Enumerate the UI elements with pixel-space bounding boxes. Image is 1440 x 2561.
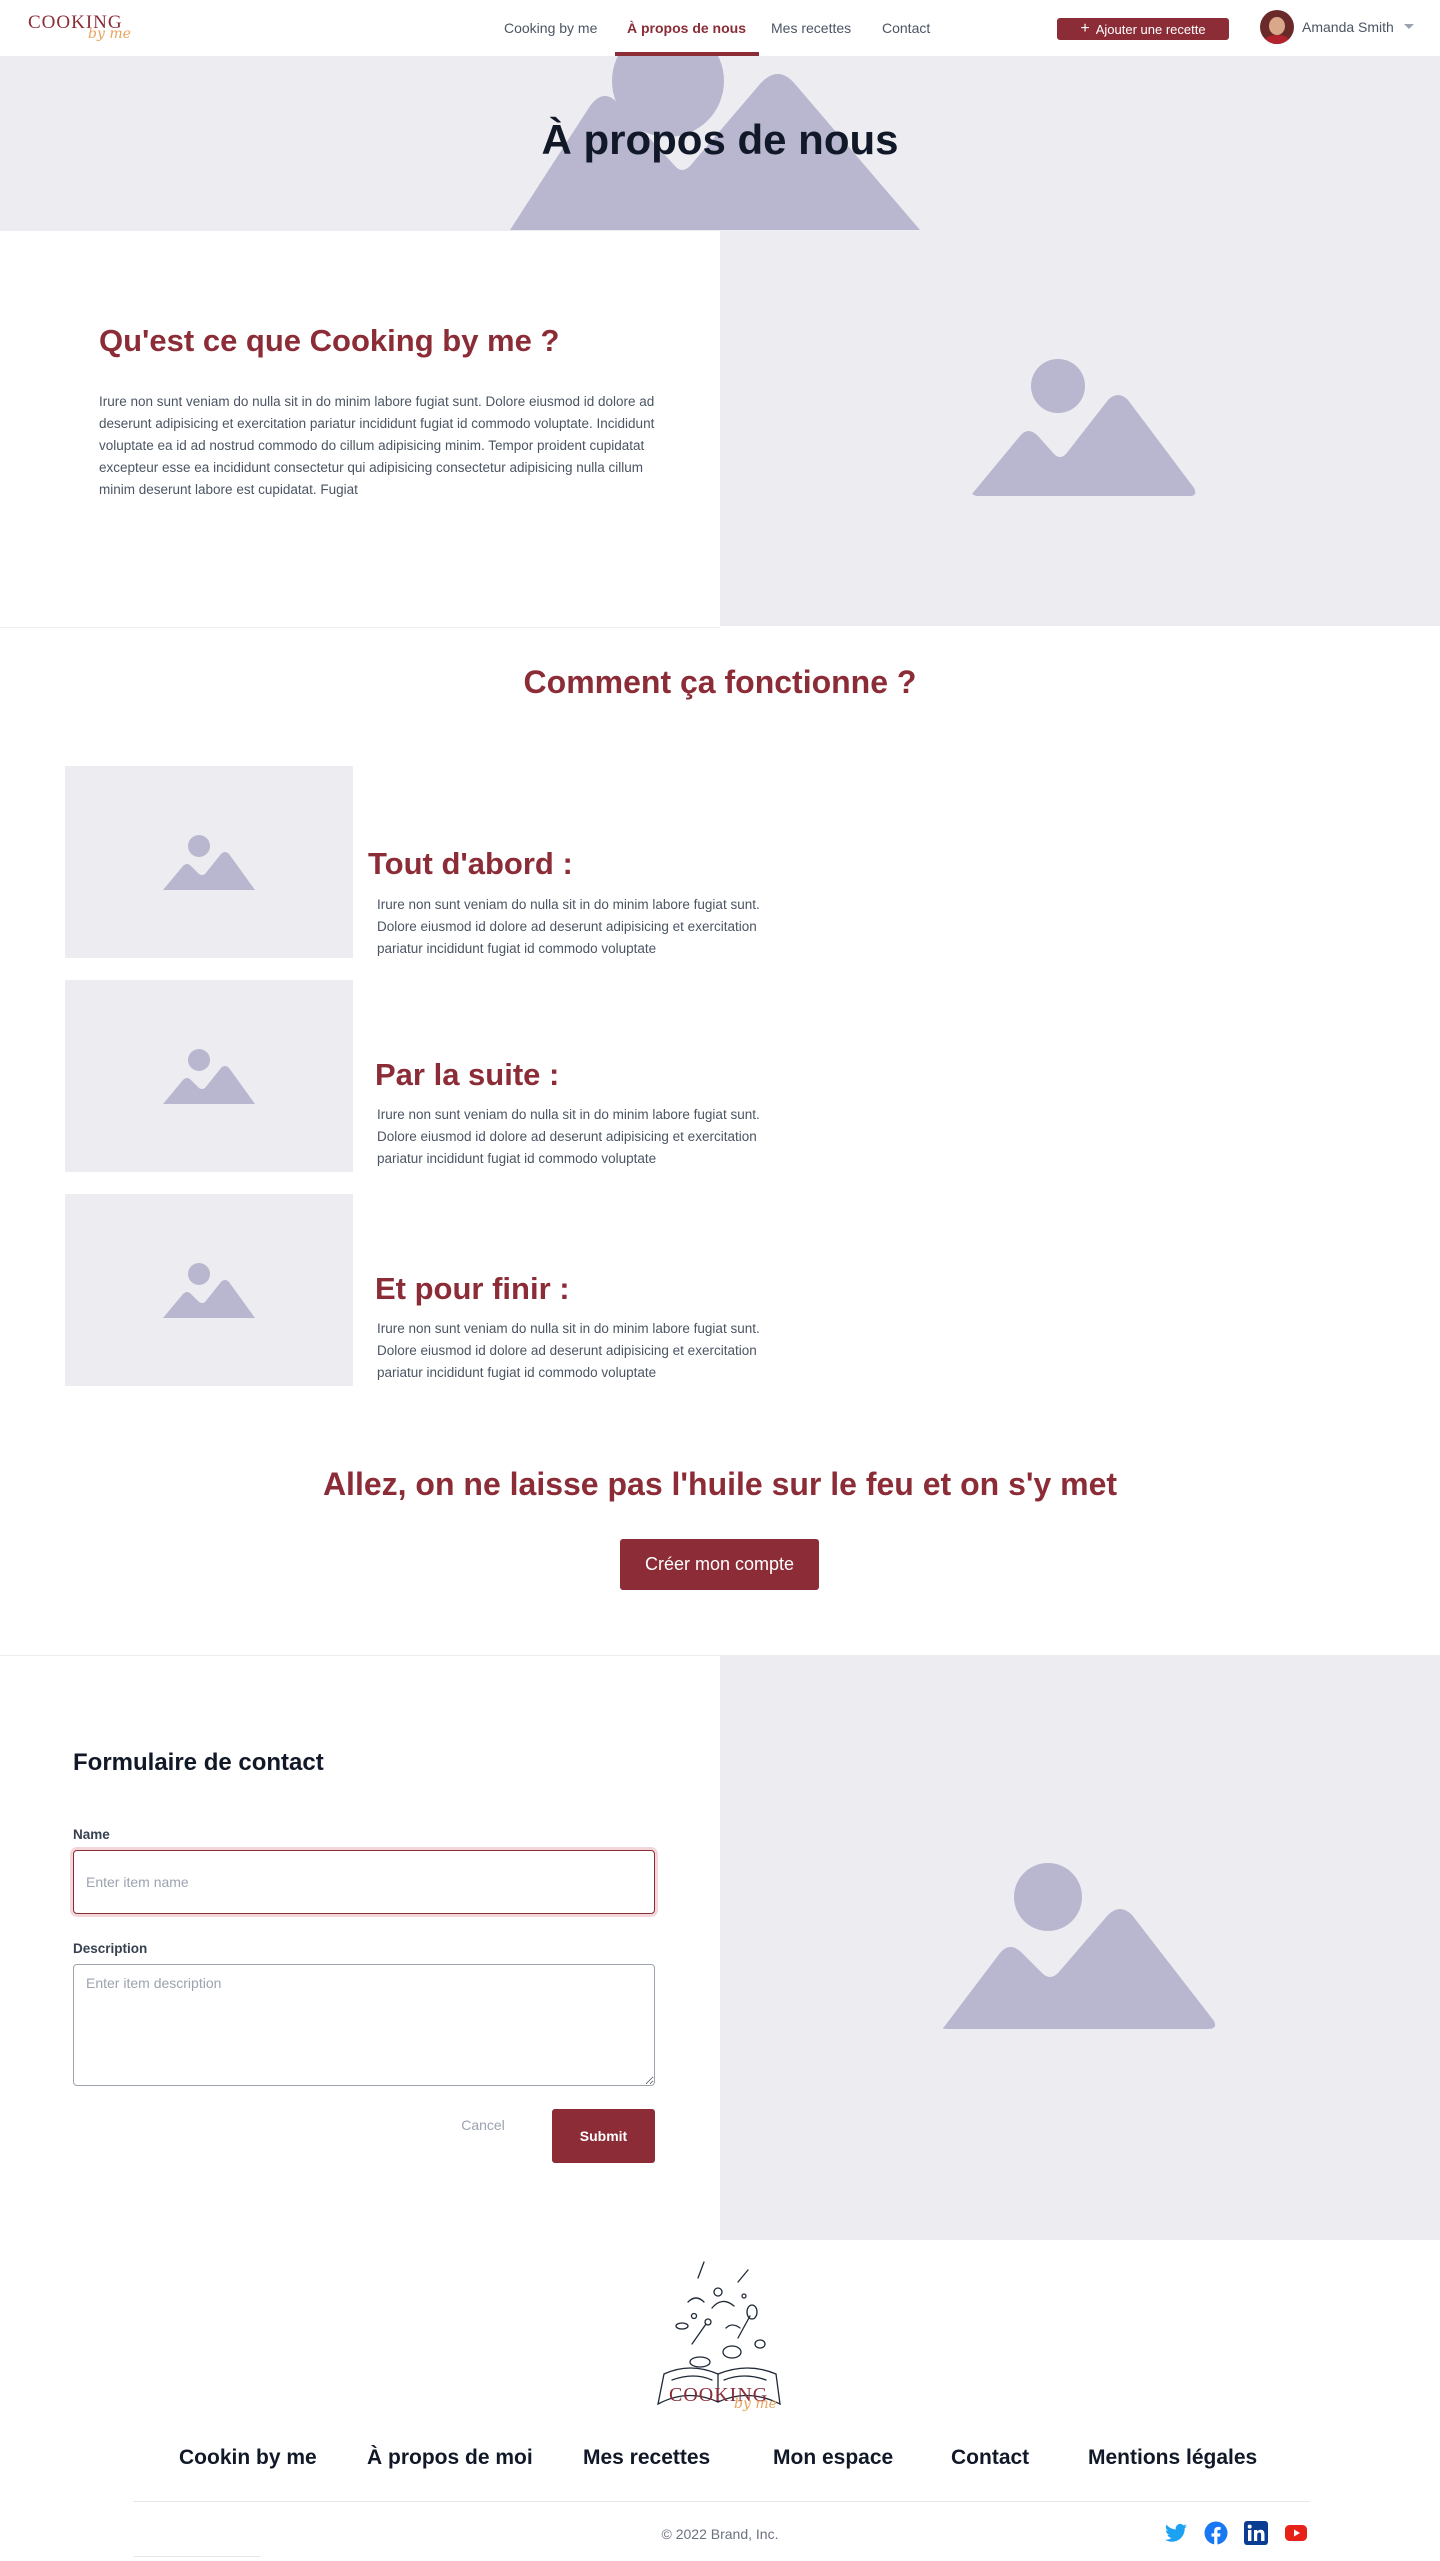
add-recipe-button[interactable]: + Ajouter une recette: [1057, 18, 1229, 40]
page-title: À propos de nous: [541, 116, 899, 163]
nav-link-contact[interactable]: Contact: [882, 20, 930, 36]
about-section: Qu'est ce que Cooking by me ? Irure non …: [0, 230, 720, 628]
submit-button[interactable]: Submit: [552, 2109, 655, 2163]
footer-link-mes-recettes[interactable]: Mes recettes: [583, 2446, 710, 2470]
footer-link-mon-espace[interactable]: Mon espace: [773, 2446, 893, 2470]
plus-icon: +: [1080, 20, 1090, 37]
top-navbar: COOKING by me Cooking by me À propos de …: [0, 0, 1440, 57]
create-account-button[interactable]: Créer mon compte: [620, 1539, 819, 1590]
add-recipe-label: Ajouter une recette: [1095, 21, 1206, 37]
image-placeholder-icon: [942, 1863, 1216, 2029]
step-1-image-placeholder: [65, 766, 353, 958]
name-label: Name: [73, 1827, 110, 1842]
how-it-works-title: Comment ça fonctionne ?: [523, 664, 917, 700]
cta-title: Allez, on ne laisse pas l'huile sur le f…: [322, 1466, 1118, 1502]
footer-link-contact[interactable]: Contact: [951, 2446, 1029, 2470]
linkedin-icon[interactable]: [1244, 2521, 1268, 2545]
contact-form-section: Formulaire de contact Name Description C…: [0, 1655, 720, 2241]
step-3-image-placeholder: [65, 1194, 353, 1386]
cancel-button[interactable]: Cancel: [448, 2110, 518, 2140]
step-2-image-placeholder: [65, 980, 353, 1172]
footer-link-a-propos-de-moi[interactable]: À propos de moi: [367, 2446, 533, 2470]
step-2-text: Irure non sunt veniam do nulla sit in do…: [377, 1107, 760, 1166]
about-title: Qu'est ce que Cooking by me ?: [99, 323, 560, 358]
footer: COOKING by me Cookin by me À propos de m…: [0, 2240, 1440, 2561]
name-input[interactable]: [73, 1850, 655, 1914]
image-placeholder-icon: [163, 1049, 255, 1104]
facebook-icon[interactable]: [1204, 2521, 1228, 2545]
footer-link-mentions-legales[interactable]: Mentions légales: [1088, 2446, 1257, 2470]
step-1-title: Tout d'abord :: [368, 846, 573, 881]
image-placeholder-icon: [163, 1263, 255, 1318]
image-placeholder-icon: [163, 835, 255, 890]
youtube-icon[interactable]: [1284, 2521, 1308, 2545]
avatar-shirt: [1264, 35, 1290, 44]
nav-link-cooking-by-me[interactable]: Cooking by me: [504, 20, 597, 36]
twitter-icon[interactable]: [1164, 2521, 1188, 2545]
footer-bottom-line: [134, 2556, 260, 2557]
user-menu-name[interactable]: Amanda Smith: [1302, 19, 1394, 35]
step-2-title: Par la suite :: [375, 1057, 560, 1092]
step-3-title: Et pour finir :: [375, 1271, 570, 1306]
nav-link-a-propos[interactable]: À propos de nous: [627, 20, 746, 36]
nav-link-mes-recettes[interactable]: Mes recettes: [771, 20, 851, 36]
footer-logo-script: by me: [734, 2396, 777, 2412]
image-placeholder-icon: [972, 359, 1196, 496]
about-image-placeholder: [720, 230, 1440, 626]
contact-form-title: Formulaire de contact: [73, 1749, 324, 1776]
footer-link-cookin-by-me[interactable]: Cookin by me: [179, 2446, 317, 2470]
contact-image-placeholder: [720, 1655, 1440, 2240]
footer-divider: [133, 2501, 1310, 2502]
avatar-face: [1269, 17, 1285, 35]
about-text: Irure non sunt veniam do nulla sit in do…: [99, 394, 655, 497]
description-textarea[interactable]: [73, 1964, 655, 2086]
user-avatar[interactable]: [1260, 10, 1294, 44]
step-1-text: Irure non sunt veniam do nulla sit in do…: [377, 897, 760, 956]
hero-banner: À propos de nous: [0, 56, 1440, 230]
step-3-text: Irure non sunt veniam do nulla sit in do…: [377, 1321, 760, 1380]
description-label: Description: [73, 1941, 148, 1956]
chevron-down-icon[interactable]: [1404, 24, 1414, 29]
